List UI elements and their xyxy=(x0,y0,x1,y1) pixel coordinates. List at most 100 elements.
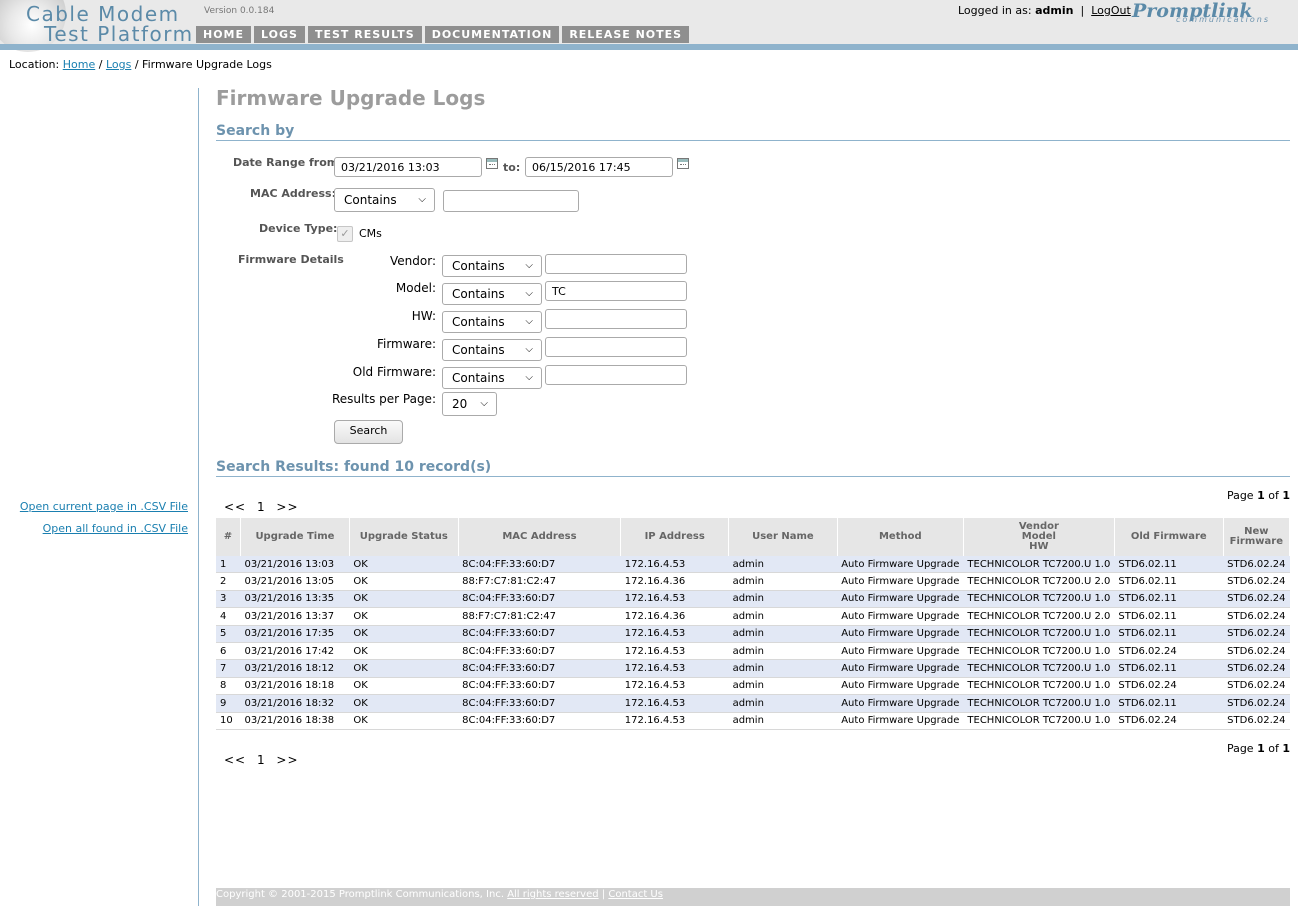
nav-tab-documentation[interactable]: DOCUMENTATION xyxy=(424,26,560,43)
cell-vendor-model-hw: TECHNICOLOR TC7200.U 1.0 xyxy=(963,659,1115,678)
cell-old-firmware: STD6.02.11 xyxy=(1114,572,1224,591)
mac-address-operator-select[interactable]: Contains ⌵ xyxy=(334,188,435,212)
nav-tab-logs[interactable]: LOGS xyxy=(254,26,305,43)
col-mac-address[interactable]: MAC Address xyxy=(458,518,622,556)
pager-next[interactable]: >> xyxy=(276,500,298,514)
select-value: Contains xyxy=(344,193,397,207)
logo-title-line2: Test Platform xyxy=(44,22,194,46)
cell-mac-address: 88:F7:C7:81:C2:47 xyxy=(458,572,621,591)
firmware-input[interactable] xyxy=(545,337,687,357)
nav-tab-test-results[interactable]: TEST RESULTS xyxy=(307,26,422,43)
cell-ip-address: 172.16.4.36 xyxy=(620,572,729,591)
cell-ip-address: 172.16.4.53 xyxy=(620,677,729,696)
footer-contact-link[interactable]: Contact Us xyxy=(608,889,663,900)
results-heading-rule xyxy=(216,476,1290,477)
firmware-operator-select[interactable]: Contains ⌵ xyxy=(442,339,542,361)
col-ip-address[interactable]: IP Address xyxy=(620,518,730,556)
cell-upgrade-status: OK xyxy=(349,642,459,661)
mac-address-input[interactable] xyxy=(443,190,579,212)
cell-vendor-model-hw: TECHNICOLOR TC7200.U 2.0 xyxy=(963,572,1115,591)
calendar-icon[interactable] xyxy=(677,158,689,169)
pager-prev[interactable]: << xyxy=(224,753,246,767)
col-upgrade-time[interactable]: Upgrade Time xyxy=(240,518,350,556)
results-per-page-select[interactable]: 20 ⌵ xyxy=(442,392,497,416)
search-heading: Search by xyxy=(216,123,295,139)
old-firmware-operator-select[interactable]: Contains ⌵ xyxy=(442,367,542,389)
cell-upgrade-time: 03/21/2016 18:18 xyxy=(240,677,350,696)
cell-upgrade-status: OK xyxy=(349,677,459,696)
date-from-input[interactable]: 03/21/2016 13:03 xyxy=(334,157,482,177)
cms-checkbox[interactable]: ✓ xyxy=(337,226,353,242)
date-to-input[interactable]: 06/15/2016 17:45 xyxy=(525,157,673,177)
pager-page-1[interactable]: 1 xyxy=(257,753,266,767)
model-input[interactable]: TC xyxy=(545,281,687,301)
select-value: Contains xyxy=(452,259,505,273)
cell-user-name: admin xyxy=(728,677,838,696)
cell-old-firmware: STD6.02.11 xyxy=(1114,607,1224,626)
cell-old-firmware: STD6.02.24 xyxy=(1114,677,1224,696)
col-user-name[interactable]: User Name xyxy=(728,518,838,556)
cell-method: Auto Firmware Upgrade xyxy=(837,572,964,591)
breadcrumb-current: Firmware Upgrade Logs xyxy=(142,58,272,71)
col-new-firmware[interactable]: New Firmware xyxy=(1223,518,1291,556)
pager-page-1[interactable]: 1 xyxy=(257,500,266,514)
nav-tab-release-notes[interactable]: RELEASE NOTES xyxy=(562,26,690,43)
cell-user-name: admin xyxy=(728,607,838,626)
page-word: Page xyxy=(1226,489,1254,502)
cell-mac-address: 8C:04:FF:33:60:D7 xyxy=(458,712,621,730)
mac-address-label: MAC Address: xyxy=(250,187,337,200)
table-row: 8 03/21/2016 18:18 OK 8C:04:FF:33:60:D7 172.… xyxy=(216,677,1290,696)
results-header-row: # Upgrade Time Upgrade Status MAC Addres… xyxy=(216,518,1291,556)
of-word: of xyxy=(1268,742,1279,755)
cell-index: 1 xyxy=(216,556,241,574)
hw-input[interactable] xyxy=(545,309,687,329)
cell-index: 8 xyxy=(216,677,241,696)
cell-old-firmware: STD6.02.11 xyxy=(1114,694,1224,713)
cell-index: 6 xyxy=(216,642,241,661)
cell-ip-address: 172.16.4.53 xyxy=(620,642,729,661)
breadcrumb-logs-link[interactable]: Logs xyxy=(106,58,131,71)
col-upgrade-status[interactable]: Upgrade Status xyxy=(349,518,459,556)
old-firmware-input[interactable] xyxy=(545,365,687,385)
results-heading: Search Results: found 10 record(s) xyxy=(216,459,492,475)
vendor-operator-select[interactable]: Contains ⌵ xyxy=(442,255,542,277)
cell-method: Auto Firmware Upgrade xyxy=(837,677,964,696)
cell-upgrade-status: OK xyxy=(349,712,459,730)
logout-link[interactable]: LogOut xyxy=(1091,4,1131,17)
nav-tab-home[interactable]: HOME xyxy=(196,26,252,43)
hw-operator-select[interactable]: Contains ⌵ xyxy=(442,311,542,333)
login-user: admin xyxy=(1035,4,1074,17)
col-index[interactable]: # xyxy=(216,518,241,556)
cell-ip-address: 172.16.4.36 xyxy=(620,607,729,626)
csv-all-found-link[interactable]: Open all found in .CSV File xyxy=(43,522,188,535)
sidebar-divider xyxy=(198,88,199,906)
cell-method: Auto Firmware Upgrade xyxy=(837,642,964,661)
table-row: 6 03/21/2016 17:42 OK 8C:04:FF:33:60:D7 172.… xyxy=(216,642,1290,661)
cell-mac-address: 8C:04:FF:33:60:D7 xyxy=(458,625,621,643)
col-method[interactable]: Method xyxy=(837,518,964,556)
model-operator-select[interactable]: Contains ⌵ xyxy=(442,283,542,305)
breadcrumb-home-link[interactable]: Home xyxy=(63,58,95,71)
page-total: 1 xyxy=(1282,742,1290,755)
search-button[interactable]: Search xyxy=(334,420,403,444)
pager-prev[interactable]: << xyxy=(224,500,246,514)
date-to-label: to: xyxy=(503,161,521,174)
cell-method: Auto Firmware Upgrade xyxy=(837,556,964,574)
footer-copyright: Copyright © 2001-2015 Promptlink Communi… xyxy=(216,889,504,900)
col-vendor-model-hw[interactable]: Vendor Model HW xyxy=(963,518,1115,556)
chevron-down-icon: ⌵ xyxy=(525,316,533,327)
pager-bottom: << 1 >> xyxy=(224,753,305,767)
cell-method: Auto Firmware Upgrade xyxy=(837,694,964,713)
footer-rights-link[interactable]: All rights reserved xyxy=(507,889,598,900)
cell-upgrade-time: 03/21/2016 17:35 xyxy=(240,625,350,643)
cell-method: Auto Firmware Upgrade xyxy=(837,625,964,643)
cell-vendor-model-hw: TECHNICOLOR TC7200.U 2.0 xyxy=(963,607,1115,626)
vendor-label: Vendor: xyxy=(390,254,436,268)
table-row: 3 03/21/2016 13:35 OK 8C:04:FF:33:60:D7 172.… xyxy=(216,590,1290,609)
col-old-firmware[interactable]: Old Firmware xyxy=(1114,518,1224,556)
calendar-icon[interactable] xyxy=(486,158,498,169)
csv-current-page-link[interactable]: Open current page in .CSV File xyxy=(20,500,188,513)
pager-next[interactable]: >> xyxy=(276,753,298,767)
cell-upgrade-time: 03/21/2016 13:35 xyxy=(240,590,350,609)
vendor-input[interactable] xyxy=(545,254,687,274)
